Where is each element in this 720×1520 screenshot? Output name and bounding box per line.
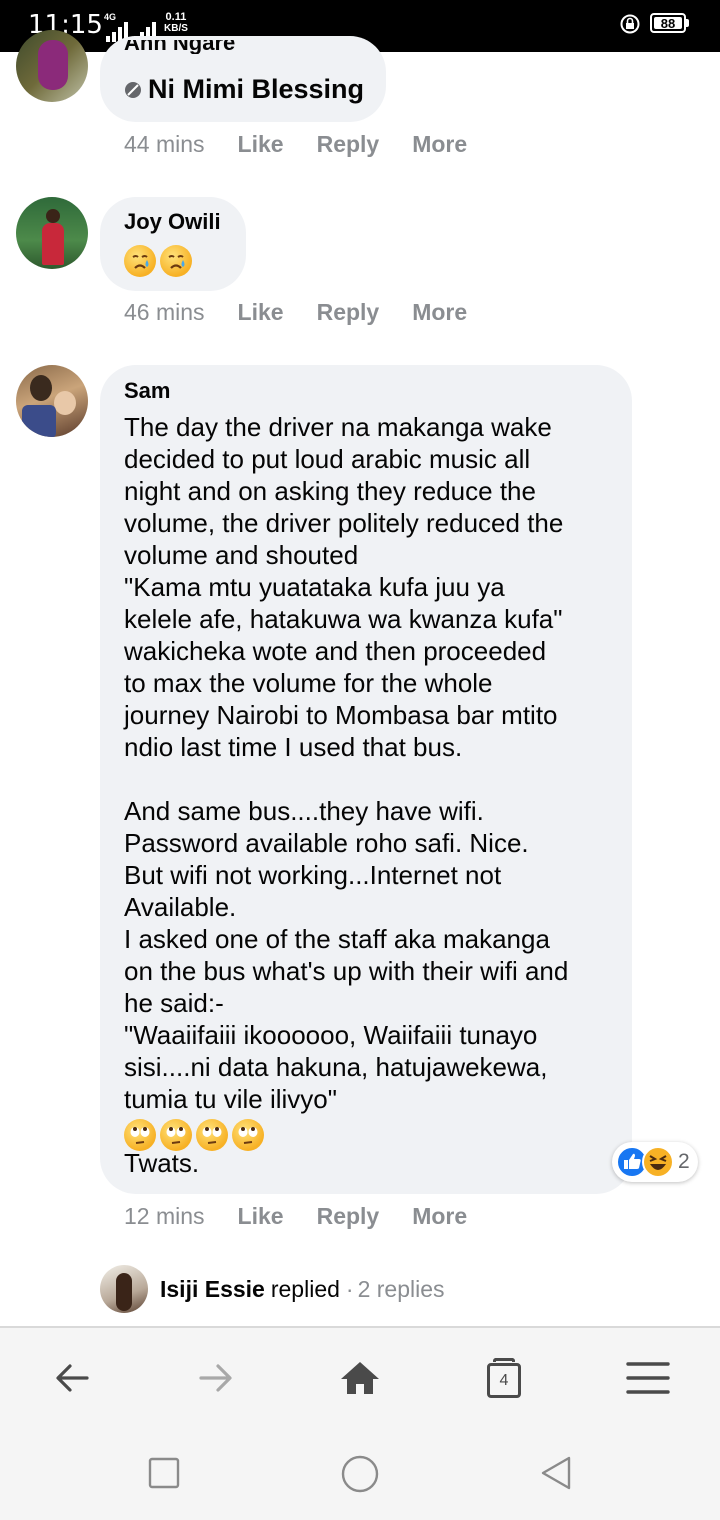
avatar[interactable]	[16, 197, 88, 269]
reply-author: Isiji Essie	[160, 1275, 265, 1302]
separator: ·	[345, 1275, 354, 1302]
arrow-left-icon	[56, 1364, 89, 1392]
rotation-lock-icon	[620, 14, 640, 34]
comment-actions: 46 mins Like Reply More	[124, 299, 500, 326]
comment-emojis	[124, 245, 196, 277]
view-replies-link[interactable]: Isiji Essie replied · 2 replies	[100, 1265, 445, 1313]
system-navigation-bar	[0, 1426, 720, 1520]
tabs-button[interactable]: 4	[472, 1350, 536, 1406]
avatar[interactable]	[16, 30, 88, 102]
like-button[interactable]: Like	[238, 299, 284, 326]
crying-face-icon	[160, 245, 192, 277]
back-button[interactable]	[40, 1350, 104, 1406]
comment-author[interactable]: Ann Ngare	[124, 40, 235, 54]
comment-text-end: Twats.	[124, 1148, 200, 1178]
forward-button[interactable]	[184, 1350, 248, 1406]
avatar	[100, 1265, 148, 1313]
eye-roll-face-icon	[232, 1119, 264, 1151]
arrow-right-icon	[199, 1364, 232, 1392]
comment-bubble: Sam The day the driver na makanga wake d…	[100, 365, 632, 1194]
reply-button[interactable]: Reply	[317, 131, 380, 158]
tab-count: 4	[499, 1371, 509, 1389]
like-button[interactable]: Like	[238, 131, 284, 158]
hidden-icon	[125, 81, 141, 98]
speed-unit: KB/S	[164, 23, 188, 34]
comment-text: Ni Mimi Blessing	[148, 74, 365, 104]
reply-button[interactable]: Reply	[317, 1203, 380, 1230]
hamburger-menu-icon	[626, 1362, 670, 1394]
comment-time: 44 mins	[124, 131, 205, 157]
reply-verb: replied	[270, 1275, 340, 1302]
home-icon	[341, 1362, 379, 1394]
home-button[interactable]	[328, 1350, 392, 1406]
system-home-button[interactable]	[334, 1448, 386, 1500]
menu-button[interactable]	[616, 1350, 680, 1406]
more-button[interactable]: More	[412, 1203, 467, 1230]
comment-time: 46 mins	[124, 299, 205, 325]
browser-toolbar: 4	[0, 1326, 720, 1426]
more-button[interactable]: More	[412, 131, 467, 158]
network-type: 4G	[104, 12, 117, 22]
square-icon	[148, 1457, 180, 1489]
comment-actions: 44 mins Like Reply More	[124, 131, 500, 158]
battery-level: 88	[660, 16, 676, 31]
reactions-count: 2	[678, 1150, 690, 1173]
eye-roll-face-icon	[196, 1119, 228, 1151]
avatar[interactable]	[16, 365, 88, 437]
recent-apps-button[interactable]	[138, 1450, 190, 1496]
reply-button[interactable]: Reply	[317, 299, 380, 326]
comment-text: The day the driver na makanga wake decid…	[124, 412, 569, 1114]
more-button[interactable]: More	[412, 299, 467, 326]
comment-bubble: Joy Owili	[100, 197, 246, 291]
comment-bubble: Ann Ngare Ni Mimi Blessing	[100, 36, 386, 122]
crying-face-icon	[124, 245, 156, 277]
system-back-button[interactable]	[530, 1450, 582, 1496]
comment-time: 12 mins	[124, 1203, 205, 1229]
comment-author[interactable]: Sam	[124, 378, 170, 404]
tabs-icon: 4	[487, 1358, 521, 1398]
comment-author[interactable]: Joy Owili	[124, 209, 221, 235]
reactions-summary[interactable]: 2	[612, 1142, 698, 1182]
haha-reaction-icon	[642, 1146, 674, 1178]
speed-value: 0.11	[165, 11, 187, 23]
reply-count: 2 replies	[357, 1275, 445, 1302]
comment-actions: 12 mins Like Reply More	[124, 1203, 500, 1230]
circle-icon	[341, 1455, 379, 1493]
network-speed: 0.11 KB/S	[164, 11, 188, 35]
like-button[interactable]: Like	[238, 1203, 284, 1230]
triangle-back-icon	[541, 1456, 571, 1490]
battery-icon: 88	[650, 13, 686, 33]
